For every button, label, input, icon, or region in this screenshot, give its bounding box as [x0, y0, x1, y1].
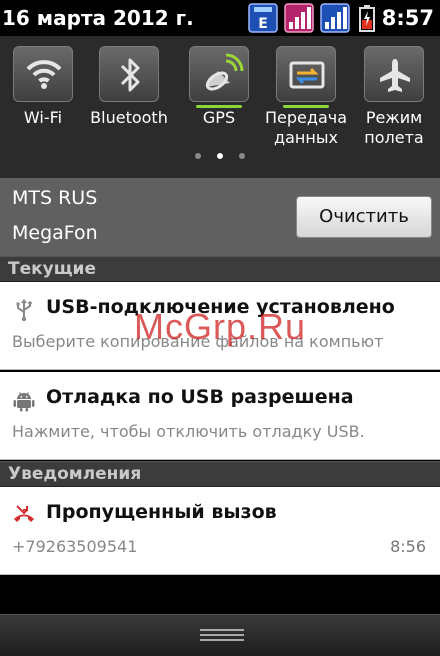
page-dot-active [217, 153, 223, 159]
notification-caller-number: +79263509541 [12, 537, 138, 556]
missed-call-icon [14, 505, 34, 522]
data-transfer-toggle-label: Передача данных [265, 108, 347, 147]
status-clock: 8:57 [381, 6, 434, 30]
signal-sim2-icon [320, 3, 350, 33]
gps-toggle[interactable] [189, 46, 249, 108]
status-bar: 16 марта 2012 г. E 8:57 [0, 0, 440, 36]
status-date: 16 марта 2012 г. [2, 6, 194, 30]
page-indicator [0, 153, 440, 159]
page-dot [195, 153, 201, 159]
network-type-icon: E [248, 3, 278, 33]
section-title-ongoing: Текущие [8, 259, 96, 279]
gps-icon [205, 53, 244, 91]
carrier-panel: MTS RUS MegaFon Очистить [0, 178, 440, 256]
bluetooth-icon [120, 58, 140, 92]
handle-grip-line [200, 634, 244, 636]
gps-toggle-label: GPS [202, 108, 236, 127]
section-header-ongoing: Текущие [0, 256, 440, 282]
signal-sim1-icon [284, 3, 314, 33]
svg-text:E: E [258, 16, 268, 32]
wifi-toggle[interactable] [13, 46, 73, 102]
wifi-icon [26, 60, 62, 89]
airplane-mode-toggle[interactable] [364, 46, 424, 102]
wifi-toggle-label: Wi-Fi [23, 108, 63, 127]
data-transfer-icon [289, 61, 325, 89]
carrier-name-1: MTS RUS [12, 187, 98, 209]
battery-icon [359, 5, 375, 32]
notification-title: Отладка по USB разрешена [46, 386, 354, 408]
carrier-name-2: MegaFon [12, 222, 98, 244]
notification-title: Пропущенный вызов [46, 501, 277, 523]
airplane-icon [380, 59, 410, 92]
drawer-handle[interactable] [0, 614, 440, 656]
handle-grip-line [200, 639, 244, 641]
page-dot [239, 153, 245, 159]
notification-time: 8:56 [390, 537, 426, 556]
bluetooth-toggle[interactable] [99, 46, 159, 102]
quick-settings-panel: Wi-Fi Bluetooth GPS Передача данных Режи… [0, 36, 440, 178]
airplane-mode-toggle-label: Режим полета [364, 108, 424, 147]
data-transfer-toggle[interactable] [276, 46, 336, 108]
notification-missed-call[interactable]: Пропущенный вызов +79263509541 8:56 [0, 487, 440, 575]
section-title-notifications: Уведомления [8, 464, 142, 484]
android-icon [13, 392, 35, 412]
handle-grip-line [200, 629, 244, 631]
bluetooth-toggle-label: Bluetooth [90, 108, 168, 127]
clear-notifications-button[interactable]: Очистить [296, 196, 432, 238]
section-header-notifications: Уведомления [0, 461, 440, 487]
notification-text: Нажмите, чтобы отключить отладку USB. [12, 422, 365, 441]
watermark: McGrp.Ru [133, 306, 307, 347]
notification-usb-debugging[interactable]: Отладка по USB разрешена Нажмите, чтобы … [0, 372, 440, 460]
